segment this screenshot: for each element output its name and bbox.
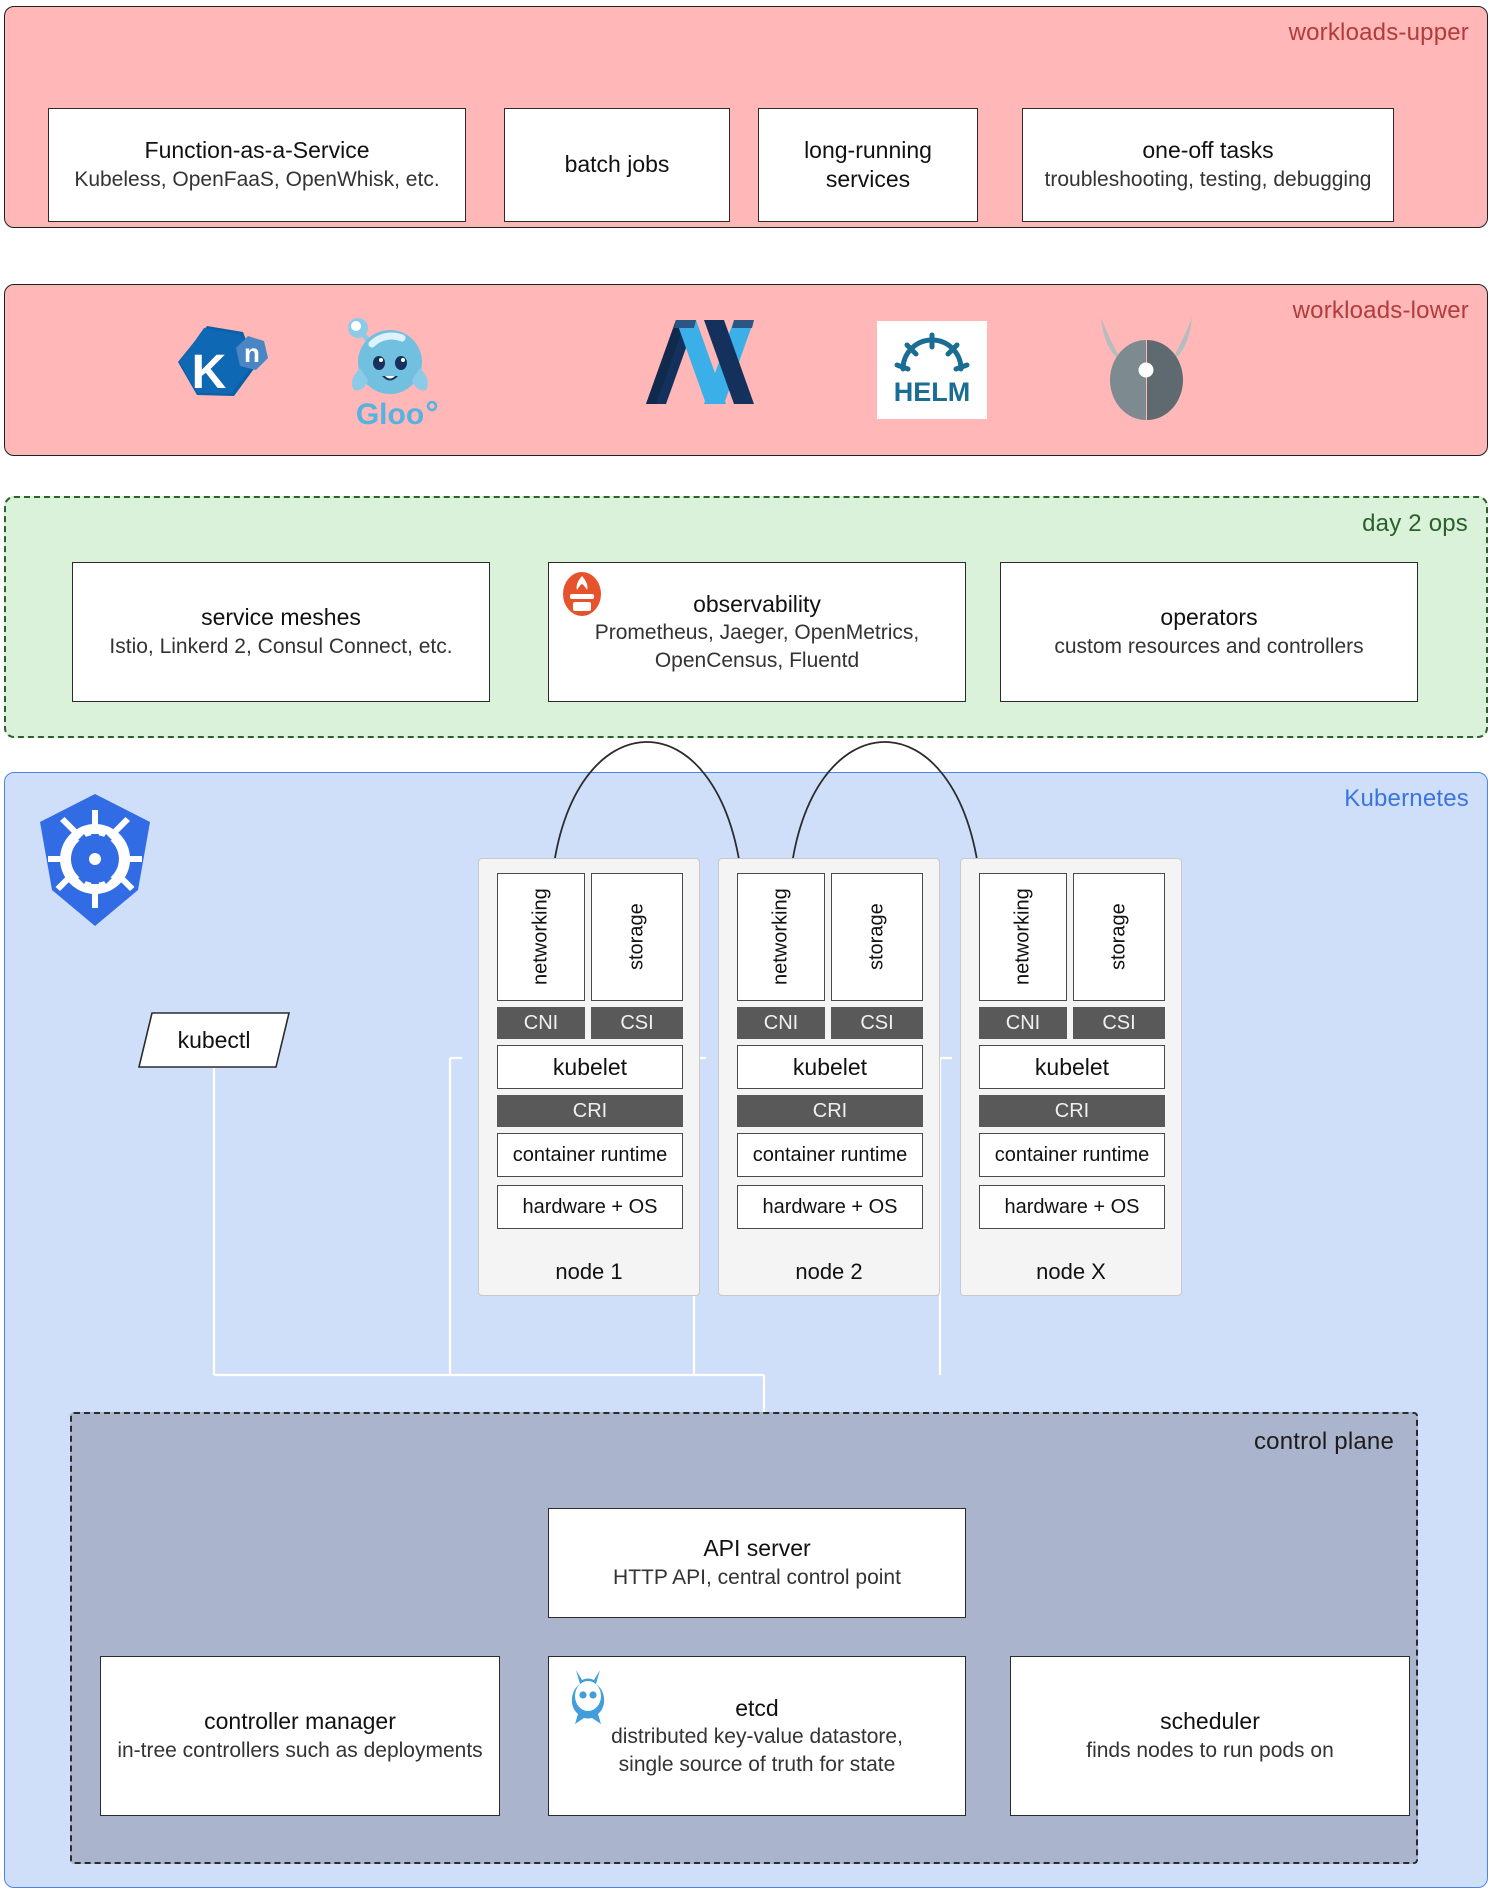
card-title: Function-as-a-Service bbox=[144, 137, 370, 164]
card-function-as-a-service: Function-as-a-Service Kubeless, OpenFaaS… bbox=[48, 108, 466, 222]
node-x-cni: CNI bbox=[979, 1007, 1067, 1039]
card-title: long-running bbox=[804, 136, 932, 163]
card-subtitle: troubleshooting, testing, debugging bbox=[1044, 167, 1372, 191]
node-1: networking storage CNI CSI kubelet CRI c… bbox=[478, 858, 700, 1296]
node-2-cni: CNI bbox=[737, 1007, 825, 1039]
card-title: controller manager bbox=[204, 1708, 396, 1735]
node-1-container-runtime: container runtime bbox=[497, 1133, 683, 1177]
node-x-networking: networking bbox=[979, 873, 1067, 1001]
knative-logo: K n bbox=[160, 310, 270, 420]
kubectl-label: kubectl bbox=[177, 1026, 251, 1053]
card-title-2: services bbox=[825, 166, 911, 192]
svg-text:K: K bbox=[192, 346, 227, 399]
card-api-server: API server HTTP API, central control poi… bbox=[548, 1508, 966, 1618]
card-subtitle: finds nodes to run pods on bbox=[1086, 1738, 1334, 1762]
gloo-logo: Gloo bbox=[330, 306, 450, 432]
etcd-icon bbox=[562, 1666, 614, 1724]
node-2-container-runtime: container runtime bbox=[737, 1133, 923, 1177]
card-subtitle: custom resources and controllers bbox=[1054, 634, 1364, 658]
card-subtitle: in-tree controllers such as deployments bbox=[117, 1738, 483, 1762]
node-1-kubelet: kubelet bbox=[497, 1045, 683, 1089]
diagram-canvas: workloads-upper Function-as-a-Service Ku… bbox=[0, 0, 1500, 1893]
node-x-label: node X bbox=[1036, 1259, 1106, 1284]
kubernetes-logo bbox=[28, 790, 163, 930]
card-observability: observability Prometheus, Jaeger, OpenMe… bbox=[548, 562, 966, 702]
card-subtitle: Istio, Linkerd 2, Consul Connect, etc. bbox=[109, 634, 453, 658]
node-1-hardware-os: hardware + OS bbox=[497, 1185, 683, 1229]
card-operators: operators custom resources and controlle… bbox=[1000, 562, 1418, 702]
card-title: etcd bbox=[735, 1694, 779, 1721]
card-title: batch jobs bbox=[564, 151, 670, 178]
node-x: networking storage CNI CSI kubelet CRI c… bbox=[960, 858, 1182, 1296]
card-title: API server bbox=[703, 1535, 811, 1562]
node-1-networking: networking bbox=[497, 873, 585, 1001]
node-2: networking storage CNI CSI kubelet CRI c… bbox=[718, 858, 940, 1296]
node-x-hardware-os: hardware + OS bbox=[979, 1185, 1165, 1229]
card-title: observability bbox=[693, 590, 821, 617]
kubeless-logo bbox=[1089, 308, 1204, 420]
card-controller-manager: controller manager in-tree controllers s… bbox=[100, 1656, 500, 1816]
node-2-cri: CRI bbox=[737, 1095, 923, 1127]
openfaas-logo bbox=[640, 312, 760, 417]
node-2-networking: networking bbox=[737, 873, 825, 1001]
node-2-hardware-os: hardware + OS bbox=[737, 1185, 923, 1229]
card-title: operators bbox=[1160, 604, 1258, 631]
card-subtitle: Kubeless, OpenFaaS, OpenWhisk, etc. bbox=[74, 167, 440, 191]
node-x-csi: CSI bbox=[1073, 1007, 1165, 1039]
card-subtitle: distributed key-value datastore, single … bbox=[611, 1725, 903, 1776]
card-service-meshes: service meshes Istio, Linkerd 2, Consul … bbox=[72, 562, 490, 702]
band-label-day2ops: day 2 ops bbox=[1362, 510, 1468, 537]
node-1-cni: CNI bbox=[497, 1007, 585, 1039]
svg-text:n: n bbox=[244, 338, 260, 368]
node-1-csi: CSI bbox=[591, 1007, 683, 1039]
card-title: service meshes bbox=[201, 604, 361, 631]
node-2-label: node 2 bbox=[795, 1259, 863, 1284]
card-title: scheduler bbox=[1160, 1708, 1260, 1735]
band-label-workloads-lower: workloads-lower bbox=[1292, 297, 1469, 324]
band-label-kubernetes: Kubernetes bbox=[1344, 785, 1469, 812]
node-2-storage: storage bbox=[831, 873, 923, 1001]
prometheus-icon bbox=[560, 570, 604, 618]
node-x-storage: storage bbox=[1073, 873, 1165, 1001]
node-x-kubelet: kubelet bbox=[979, 1045, 1165, 1089]
svg-text:Gloo: Gloo bbox=[356, 398, 424, 431]
node-1-cri: CRI bbox=[497, 1095, 683, 1127]
band-label-control-plane: control plane bbox=[1253, 1428, 1394, 1455]
helm-logo: HELM bbox=[877, 321, 987, 419]
card-subtitle: Prometheus, Jaeger, OpenMetrics, OpenCen… bbox=[594, 621, 920, 672]
node-1-label: node 1 bbox=[555, 1259, 623, 1284]
card-batch-jobs: batch jobs bbox=[504, 108, 730, 222]
svg-text:HELM: HELM bbox=[894, 377, 971, 407]
card-title: one-off tasks bbox=[1142, 137, 1274, 164]
kubectl-shape[interactable]: kubectl bbox=[137, 1012, 291, 1068]
card-one-off-tasks: one-off tasks troubleshooting, testing, … bbox=[1022, 108, 1394, 222]
card-long-running-services: long-running services bbox=[758, 108, 978, 222]
node-1-storage: storage bbox=[591, 873, 683, 1001]
node-2-kubelet: kubelet bbox=[737, 1045, 923, 1089]
node-2-csi: CSI bbox=[831, 1007, 923, 1039]
card-scheduler: scheduler finds nodes to run pods on bbox=[1010, 1656, 1410, 1816]
band-label-workloads-upper: workloads-upper bbox=[1288, 19, 1469, 46]
card-subtitle: HTTP API, central control point bbox=[613, 1565, 901, 1589]
node-x-cri: CRI bbox=[979, 1095, 1165, 1127]
node-x-container-runtime: container runtime bbox=[979, 1133, 1165, 1177]
